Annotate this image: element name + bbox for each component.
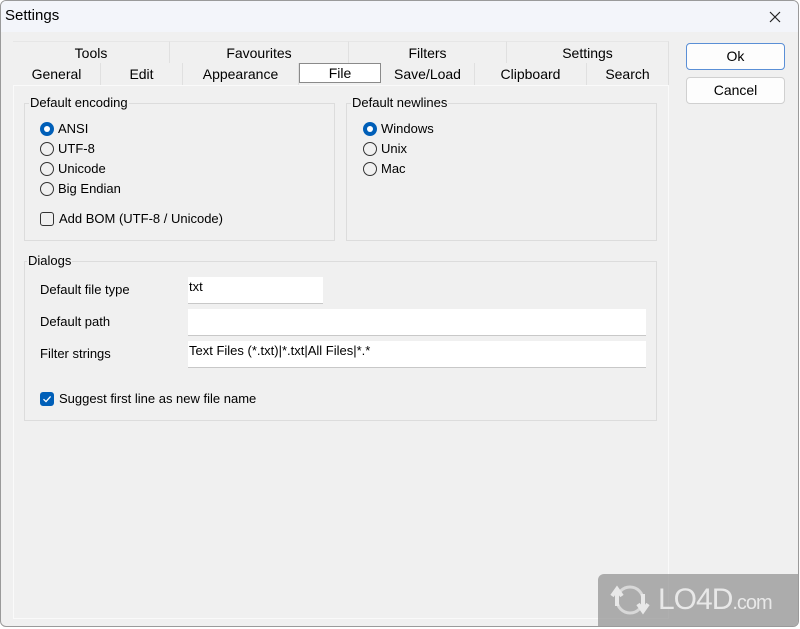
radio-mac-label: Mac [381,161,406,176]
close-icon [769,11,781,22]
default-encoding-legend: Default encoding [29,95,129,110]
radio-unicode-label: Unicode [58,161,106,176]
radio-windows[interactable]: Windows [363,121,434,136]
tab-filters[interactable]: Filters [349,41,507,63]
ok-button[interactable]: Ok [686,43,785,70]
radio-utf8[interactable]: UTF-8 [40,141,95,156]
radio-button-icon[interactable] [363,141,377,156]
tab-edit[interactable]: Edit [101,63,183,85]
checkmark-icon [43,395,52,403]
close-button[interactable] [752,1,798,32]
suggest-first-line-label: Suggest first line as new file name [59,391,257,406]
default-path-input[interactable] [188,309,646,336]
title-bar: Settings [1,1,798,32]
dialogs-legend: Dialogs [27,253,73,268]
tab-settings[interactable]: Settings [507,41,669,63]
watermark-brand: LO4D [658,583,733,616]
default-encoding-group: Default encoding ANSI UTF-8 Unicode Big … [24,95,335,241]
radio-unix-label: Unix [381,141,408,156]
settings-dialog: Settings Tools Favourites Filters Settin… [0,0,799,627]
default-file-type-input[interactable]: txt [188,277,323,304]
cancel-button[interactable]: Cancel [686,77,785,104]
radio-big-endian-label: Big Endian [58,181,121,196]
radio-button-icon[interactable] [40,161,54,176]
radio-button-icon[interactable] [363,121,377,136]
tab-general[interactable]: General [13,63,101,85]
tab-favourites[interactable]: Favourites [170,41,349,63]
watermark-text: LO4D.com [658,583,773,617]
radio-button-icon[interactable] [40,121,54,136]
radio-button-icon[interactable] [363,161,377,176]
tab-row-front: General Edit Appearance File Save/Load C… [13,63,669,85]
radio-unicode[interactable]: Unicode [40,161,106,176]
tab-tools[interactable]: Tools [13,41,170,63]
add-bom-label: Add BOM (UTF-8 / Unicode) [59,211,223,226]
default-file-type-label: Default file type [40,282,130,297]
tab-search[interactable]: Search [587,63,669,85]
tab-clipboard[interactable]: Clipboard [475,63,587,85]
radio-ansi-label: ANSI [58,121,89,136]
checkbox-icon[interactable] [40,391,54,406]
default-path-label: Default path [40,314,111,329]
file-tab-panel: Default encoding ANSI UTF-8 Unicode Big … [13,85,669,619]
filter-strings-input[interactable]: Text Files (*.txt)|*.txt|All Files|*.* [188,341,646,368]
filter-strings-label: Filter strings [40,346,111,361]
radio-big-endian[interactable]: Big Endian [40,181,121,196]
radio-button-icon[interactable] [40,181,54,196]
checkbox-icon[interactable] [40,211,54,226]
window-title: Settings [5,7,60,24]
tab-row-back: Tools Favourites Filters Settings [13,41,669,63]
dialogs-group: Dialogs Default file type txt Default pa… [24,253,657,421]
radio-utf8-label: UTF-8 [58,141,95,156]
lo4d-watermark: LO4D.com [598,574,798,626]
radio-unix[interactable]: Unix [363,141,407,156]
radio-windows-label: Windows [381,121,434,136]
radio-mac[interactable]: Mac [363,161,406,176]
default-newlines-group: Default newlines Windows Unix Mac [346,95,657,241]
add-bom-checkbox[interactable]: Add BOM (UTF-8 / Unicode) [40,211,223,226]
default-newlines-legend: Default newlines [351,95,449,110]
watermark-suffix: .com [732,592,772,614]
radio-ansi[interactable]: ANSI [40,121,88,136]
tab-appearance[interactable]: Appearance [183,63,299,85]
tab-save-load[interactable]: Save/Load [381,63,475,85]
lo4d-logo-icon [610,585,650,615]
radio-button-icon[interactable] [40,141,54,156]
tab-file[interactable]: File [299,63,381,83]
suggest-first-line-checkbox[interactable]: Suggest first line as new file name [40,391,256,406]
